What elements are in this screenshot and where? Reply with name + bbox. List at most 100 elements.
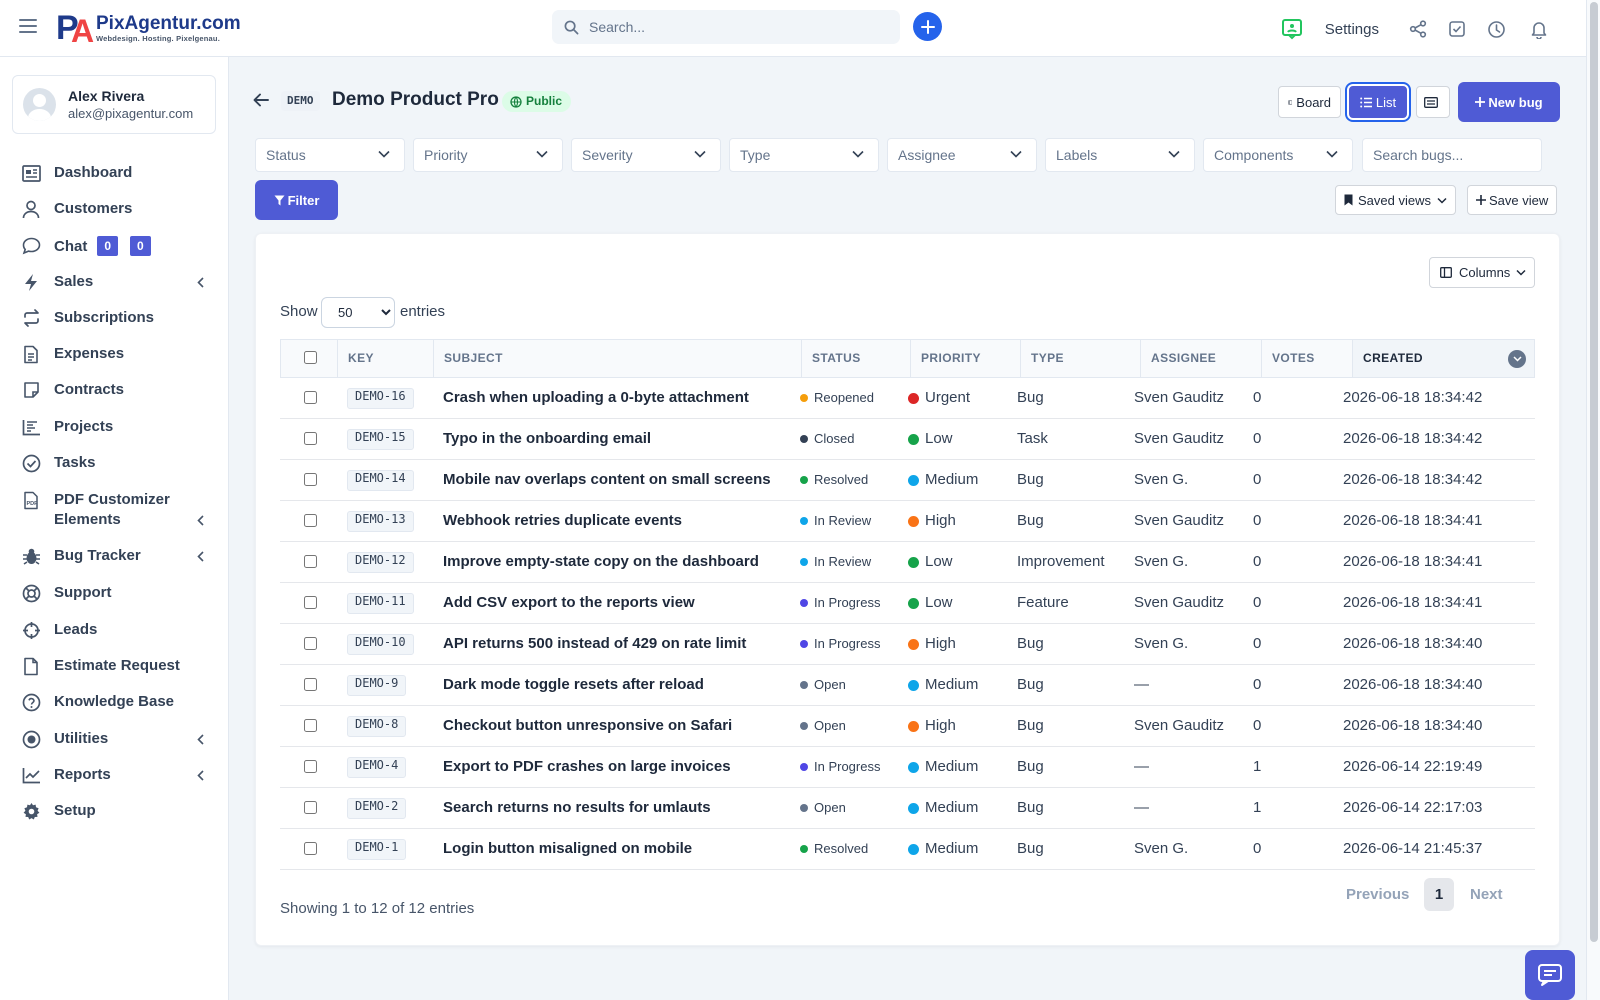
bug-subject-link[interactable]: Mobile nav overlaps content on small scr… xyxy=(443,471,771,488)
bug-subject-link[interactable]: Webhook retries duplicate events xyxy=(443,512,682,529)
pagination-previous[interactable]: Previous xyxy=(1346,878,1409,911)
bug-subject-link[interactable]: Typo in the onboarding email xyxy=(443,430,651,447)
row-checkbox[interactable] xyxy=(304,760,317,773)
todo-check-icon[interactable] xyxy=(1448,20,1466,38)
bug-subject-link[interactable]: Login button misaligned on mobile xyxy=(443,840,692,857)
table-row[interactable]: DEMO-2 Search returns no results for umla… xyxy=(280,788,1535,829)
bug-key[interactable]: DEMO-14 xyxy=(347,469,414,491)
table-row[interactable]: DEMO-8 Checkout button unresponsive on Sa… xyxy=(280,706,1535,747)
table-row[interactable]: DEMO-9 Dark mode toggle resets after relo… xyxy=(280,665,1535,706)
row-checkbox[interactable] xyxy=(304,432,317,445)
column-header-subject[interactable]: SUBJECT xyxy=(434,340,802,377)
bug-key[interactable]: DEMO-16 xyxy=(347,387,414,409)
chevron-left-icon[interactable] xyxy=(197,510,207,530)
table-row[interactable]: DEMO-15 Typo in the onboarding email Close… xyxy=(280,419,1535,460)
column-header-status[interactable]: STATUS xyxy=(802,340,911,377)
bell-icon[interactable] xyxy=(1530,20,1548,39)
page-size-select[interactable]: 102550100 xyxy=(321,297,395,328)
bug-subject-link[interactable]: Search returns no results for umlauts xyxy=(443,799,711,816)
column-header-priority[interactable]: PRIORITY xyxy=(911,340,1021,377)
priority-filter[interactable]: Priority xyxy=(413,138,563,172)
row-checkbox[interactable] xyxy=(304,719,317,732)
bug-key[interactable]: DEMO-12 xyxy=(347,551,414,573)
status-filter[interactable]: Status xyxy=(255,138,405,172)
table-row[interactable]: DEMO-4 Export to PDF crashes on large inv… xyxy=(280,747,1535,788)
filter-button[interactable]: Filter xyxy=(255,180,338,220)
bug-subject-link[interactable]: Dark mode toggle resets after reload xyxy=(443,676,704,693)
column-header-key[interactable]: KEY xyxy=(338,340,434,377)
severity-filter[interactable]: Severity xyxy=(571,138,721,172)
table-row[interactable]: DEMO-10 API returns 500 instead of 429 on… xyxy=(280,624,1535,665)
settings-link[interactable]: Settings xyxy=(1325,21,1379,38)
columns-toggle-button[interactable]: Columns xyxy=(1429,257,1535,288)
components-filter[interactable]: Components xyxy=(1203,138,1353,172)
bug-subject-link[interactable]: Crash when uploading a 0-byte attachment xyxy=(443,389,749,406)
table-row[interactable]: DEMO-16 Crash when uploading a 0-byte att… xyxy=(280,378,1535,419)
labels-filter[interactable]: Labels xyxy=(1045,138,1195,172)
row-checkbox[interactable] xyxy=(304,596,317,609)
column-header-assignee[interactable]: ASSIGNEE xyxy=(1141,340,1262,377)
bug-subject-link[interactable]: API returns 500 instead of 429 on rate l… xyxy=(443,635,746,652)
row-checkbox[interactable] xyxy=(304,801,317,814)
row-checkbox[interactable] xyxy=(304,637,317,650)
logo[interactable]: PA PixAgentur.com Webdesign. Hosting. Pi… xyxy=(56,10,241,48)
bug-key[interactable]: DEMO-15 xyxy=(347,428,414,450)
new-bug-button[interactable]: New bug xyxy=(1458,82,1560,122)
bug-key[interactable]: DEMO-8 xyxy=(347,715,407,737)
pagination-page-current[interactable]: 1 xyxy=(1424,878,1454,911)
board-view-button[interactable]: Board xyxy=(1278,86,1341,118)
bug-key[interactable]: DEMO-13 xyxy=(347,510,414,532)
bug-key[interactable]: DEMO-11 xyxy=(347,592,414,614)
row-checkbox[interactable] xyxy=(304,391,317,404)
bug-key[interactable]: DEMO-4 xyxy=(347,756,407,778)
back-arrow-icon[interactable] xyxy=(252,92,270,111)
type-filter[interactable]: Type xyxy=(729,138,879,172)
bug-subject-link[interactable]: Improve empty-state copy on the dashboar… xyxy=(443,553,759,570)
chevron-left-icon[interactable] xyxy=(197,765,207,785)
chevron-left-icon[interactable] xyxy=(197,272,207,292)
share-icon[interactable] xyxy=(1409,20,1427,38)
table-view-button[interactable] xyxy=(1416,86,1450,118)
column-header-type[interactable]: TYPE xyxy=(1021,340,1141,377)
column-header-votes[interactable]: VOTES xyxy=(1262,340,1353,377)
bug-subject-link[interactable]: Add CSV export to the reports view xyxy=(443,594,695,611)
row-checkbox[interactable] xyxy=(304,514,317,527)
column-header-created[interactable]: CREATED xyxy=(1353,340,1534,377)
table-row[interactable]: DEMO-14 Mobile nav overlaps content on sm… xyxy=(280,460,1535,501)
row-checkbox[interactable] xyxy=(304,842,317,855)
table-row[interactable]: DEMO-12 Improve empty-state copy on the d… xyxy=(280,542,1535,583)
saved-views-dropdown[interactable]: Saved views xyxy=(1335,185,1456,215)
chat-support-icon[interactable] xyxy=(1281,18,1303,40)
row-checkbox[interactable] xyxy=(304,473,317,486)
page-scrollbar[interactable] xyxy=(1586,0,1600,1000)
bug-key[interactable]: DEMO-2 xyxy=(347,797,407,819)
global-search[interactable] xyxy=(552,10,900,44)
table-row[interactable]: DEMO-11 Add CSV export to the reports vie… xyxy=(280,583,1535,624)
user-profile-card[interactable]: Alex Rivera alex@pixagentur.com xyxy=(12,75,216,134)
bug-subject-link[interactable]: Checkout button unresponsive on Safari xyxy=(443,717,732,734)
row-checkbox[interactable] xyxy=(304,678,317,691)
bug-subject-link[interactable]: Export to PDF crashes on large invoices xyxy=(443,758,731,775)
select-all-checkbox[interactable] xyxy=(304,351,317,364)
menu-icon[interactable] xyxy=(19,19,37,35)
bug-key[interactable]: DEMO-1 xyxy=(347,838,407,860)
sidebar-item-pdf-customizer[interactable]: PDF PDF Customizer Elements xyxy=(0,490,229,530)
clock-icon[interactable] xyxy=(1487,20,1506,39)
assignee-filter[interactable]: Assignee xyxy=(887,138,1037,172)
save-view-button[interactable]: Save view xyxy=(1467,185,1558,215)
bug-key[interactable]: DEMO-9 xyxy=(347,674,407,696)
table-row[interactable]: DEMO-1 Login button misaligned on mobile R… xyxy=(280,829,1535,870)
quick-add-button[interactable] xyxy=(913,12,942,41)
bug-search[interactable] xyxy=(1362,138,1542,172)
row-checkbox[interactable] xyxy=(304,555,317,568)
bug-search-input[interactable] xyxy=(1373,139,1533,171)
table-row[interactable]: DEMO-13 Webhook retries duplicate events I… xyxy=(280,501,1535,542)
list-view-button[interactable]: List xyxy=(1349,86,1407,118)
sort-desc-icon[interactable] xyxy=(1508,350,1526,368)
chat-widget-button[interactable] xyxy=(1525,950,1575,1000)
pagination-next[interactable]: Next xyxy=(1470,878,1503,911)
chevron-left-icon[interactable] xyxy=(197,729,207,749)
global-search-input[interactable] xyxy=(589,19,889,35)
chevron-left-icon[interactable] xyxy=(197,546,207,566)
bug-key[interactable]: DEMO-10 xyxy=(347,633,414,655)
